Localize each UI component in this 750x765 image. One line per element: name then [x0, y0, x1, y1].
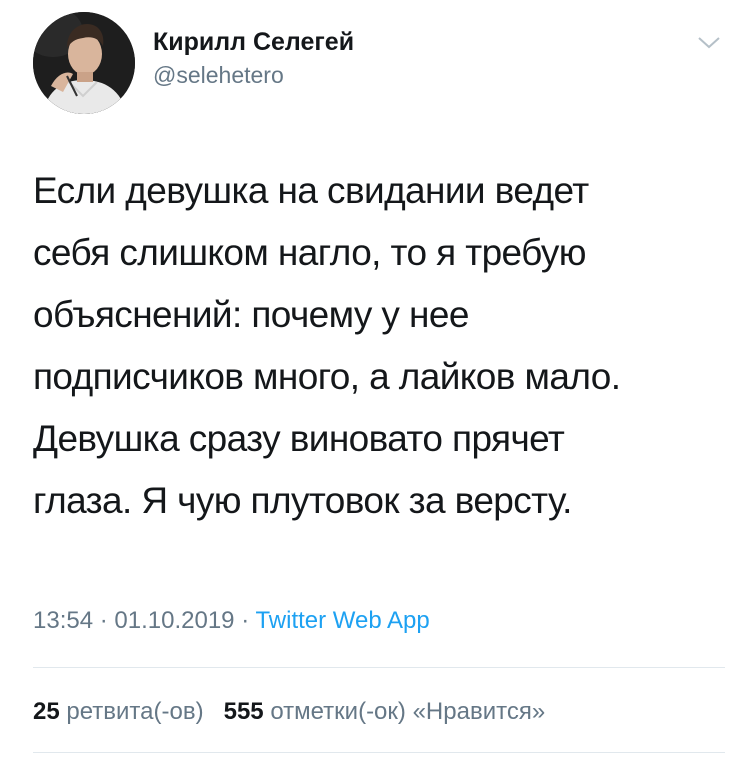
likes-count: 555 [223, 698, 264, 725]
tweet-header: Кирилл Селегей @selehetero [33, 12, 723, 122]
author-info: Кирилл Селегей @selehetero [153, 26, 354, 90]
tweet-date[interactable]: 01.10.2019 [114, 607, 234, 634]
tweet-text-line: объяснений: почему у нее [33, 294, 469, 335]
retweets-stat[interactable]: 25 ретвита(-ов) [33, 698, 210, 725]
tweet-text: Если девушка на свидании ведет себя слиш… [33, 160, 733, 532]
likes-stat[interactable]: 555 отметки(-ок) «Нравится» [224, 698, 546, 725]
tweet-text-line: себя слишком нагло, то я требую [33, 232, 587, 273]
tweet-stats: 25 ретвита(-ов) 555 отметки(-ок) «Нравит… [33, 696, 545, 728]
divider [33, 667, 725, 668]
tweet-time[interactable]: 13:54 [33, 607, 93, 634]
tweet-source-link[interactable]: Twitter Web App [255, 607, 429, 634]
author-display-name[interactable]: Кирилл Селегей [153, 26, 354, 58]
meta-separator: · [241, 607, 250, 634]
user-avatar-photo-icon [33, 12, 135, 114]
avatar[interactable] [33, 12, 135, 114]
meta-separator: · [99, 607, 108, 634]
author-handle[interactable]: @selehetero [153, 60, 354, 90]
tweet-text-line: Если девушка на свидании ведет [33, 170, 589, 211]
retweets-label: ретвита(-ов) [66, 698, 204, 725]
likes-label: отметки(-ок) «Нравится» [270, 698, 546, 725]
tweet-meta: 13:54 · 01.10.2019 · Twitter Web App [33, 605, 430, 637]
tweet-text-line: глаза. Я чую плутовок за версту. [33, 480, 572, 521]
chevron-down-icon [698, 37, 720, 49]
divider [33, 752, 725, 753]
retweets-count: 25 [33, 698, 60, 725]
tweet-text-line: подписчиков много, а лайков мало. [33, 356, 621, 397]
tweet-menu-button[interactable] [695, 32, 723, 52]
tweet-text-line: Девушка сразу виновато прячет [33, 418, 565, 459]
